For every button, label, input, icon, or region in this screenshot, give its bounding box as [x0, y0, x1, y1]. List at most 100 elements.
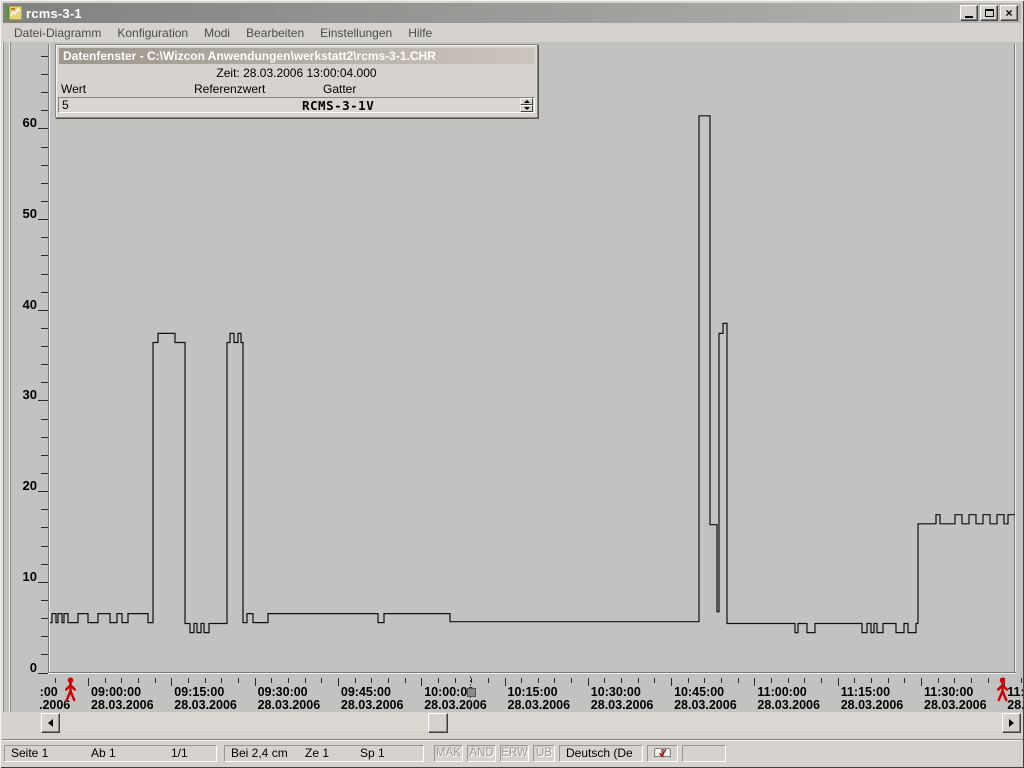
x-tick-minor [621, 678, 622, 683]
page-indicator: Seite 1 [11, 746, 91, 760]
x-tick-minor [371, 678, 372, 683]
spinner-up-button[interactable] [520, 98, 533, 105]
x-axis-date-label: 28.03.2006 [91, 698, 154, 712]
mode-erw[interactable]: ERW [500, 745, 529, 762]
mode-ueb[interactable]: ÜB [533, 745, 555, 762]
wert-value: 5 [62, 98, 69, 112]
x-axis-time-label: 09:30:00 [258, 685, 308, 699]
x-axis-date-label: 28.03.2006 [924, 698, 987, 712]
x-tick-minor [654, 678, 655, 683]
left-edge-groove [10, 42, 11, 712]
menu-bar: Datei-Diagramm Konfiguration Modi Bearbe… [0, 23, 1024, 42]
x-axis-time-label: 09:00:00 [91, 685, 141, 699]
x-axis-time-label: 11:00:00 [757, 685, 806, 699]
range-marker-right[interactable] [996, 677, 1009, 702]
left-edge-groove [3, 42, 4, 712]
gatter-value: RCMS-3-1V [302, 98, 374, 113]
x-tick-minor [871, 678, 872, 683]
scrollbar-thumb[interactable] [428, 713, 448, 733]
x-tick-minor [771, 678, 772, 683]
x-tick-minor [521, 678, 522, 683]
datenfenster-titlebar[interactable]: Datenfenster - C:\Wizcon Anwendungen\wer… [59, 48, 534, 64]
x-tick-minor [105, 678, 106, 683]
x-tick-minor [788, 678, 789, 683]
x-tick-minor [271, 678, 272, 683]
x-axis-date-label: 28.03.2006 [258, 698, 321, 712]
maximize-icon [985, 9, 994, 17]
column-header-gatter: Gatter [323, 82, 356, 96]
scroll-left-button[interactable] [41, 713, 60, 733]
x-tick-minor [571, 678, 572, 683]
x-tick-major [171, 678, 172, 686]
x-tick-minor [388, 678, 389, 683]
x-axis-date-label: 28.03.2006 [341, 698, 404, 712]
x-axis-date-label: 28.03.2006 [174, 698, 237, 712]
datenfenster-title: Datenfenster - C:\Wizcon Anwendungen\wer… [63, 49, 436, 63]
statusbar-position-panel[interactable]: Bei 2,4 cm Ze 1 Sp 1 [224, 745, 424, 762]
x-axis-date-label: 28.03.2006 [424, 698, 487, 712]
x-tick-minor [471, 678, 472, 683]
x-tick-minor [355, 678, 356, 683]
column-header-wert: Wert [61, 82, 86, 96]
x-tick-minor [971, 678, 972, 683]
x-tick-minor [888, 678, 889, 683]
x-tick-minor [405, 678, 406, 683]
x-tick-minor [854, 678, 855, 683]
x-tick-minor [321, 678, 322, 683]
x-tick-minor [138, 678, 139, 683]
window-titlebar[interactable]: rcms-3-1 × [3, 3, 1021, 23]
mode-mak[interactable]: MAK [434, 745, 463, 762]
x-tick-minor [604, 678, 605, 683]
x-tick-minor [904, 678, 905, 683]
spinner-down-button[interactable] [520, 105, 533, 112]
statusbar-page-panel[interactable]: Seite 1 Ab 1 1/1 [4, 745, 217, 762]
x-tick-minor [738, 678, 739, 683]
x-tick-minor [288, 678, 289, 683]
up-arrow-icon [524, 100, 530, 103]
close-button[interactable]: × [1000, 5, 1018, 21]
minimize-button[interactable] [960, 5, 978, 21]
scroll-right-button[interactable] [1002, 713, 1021, 733]
x-tick-minor [704, 678, 705, 683]
menu-datei-diagramm[interactable]: Datei-Diagramm [6, 24, 109, 42]
horizontal-scrollbar[interactable] [40, 713, 1022, 731]
maximize-button[interactable] [980, 5, 998, 21]
menu-einstellungen[interactable]: Einstellungen [312, 24, 400, 42]
line-indicator: Ze 1 [305, 746, 360, 760]
x-tick-minor [821, 678, 822, 683]
x-tick-major [921, 678, 922, 686]
range-marker-left[interactable] [64, 677, 77, 702]
menu-konfiguration[interactable]: Konfiguration [109, 24, 196, 42]
x-tick-major [505, 678, 506, 686]
language-indicator[interactable]: Deutsch (De [559, 745, 643, 762]
menu-modi[interactable]: Modi [196, 24, 238, 42]
menu-bearbeiten[interactable]: Bearbeiten [238, 24, 312, 42]
x-axis-time-label: 11:30:00 [924, 685, 973, 699]
position-indicator: Bei 2,4 cm [231, 746, 305, 760]
spellcheck-status[interactable] [647, 745, 678, 762]
window-title: rcms-3-1 [26, 6, 82, 21]
x-axis-time-label: 10:30:00 [591, 685, 641, 699]
x-tick-minor [188, 678, 189, 683]
x-tick-minor [438, 678, 439, 683]
x-tick-minor [804, 678, 805, 683]
x-tick-major [338, 678, 339, 686]
x-axis-time-label: 11:45:00 [1007, 685, 1024, 699]
section-indicator: Ab 1 [91, 746, 171, 760]
time-axis: 08:45:0028.03.200609:00:0028.03.200609:1… [40, 676, 1024, 713]
mode-aend[interactable]: ÄND [467, 745, 496, 762]
x-tick-minor [954, 678, 955, 683]
statusbar-empty-panel [682, 745, 726, 762]
x-tick-minor [121, 678, 122, 683]
x-tick-major [88, 678, 89, 686]
data-row[interactable]: 5 RCMS-3-1V [58, 97, 535, 113]
x-tick-minor [1021, 678, 1022, 683]
book-check-icon [654, 746, 671, 760]
x-tick-minor [205, 678, 206, 683]
menu-hilfe[interactable]: Hilfe [400, 24, 440, 42]
x-axis-time-label: 09:15:00 [174, 685, 224, 699]
x-tick-minor [554, 678, 555, 683]
time-cursor-handle[interactable] [467, 688, 476, 697]
x-tick-minor [688, 678, 689, 683]
x-axis-date-label: 28.03.2006 [841, 698, 904, 712]
